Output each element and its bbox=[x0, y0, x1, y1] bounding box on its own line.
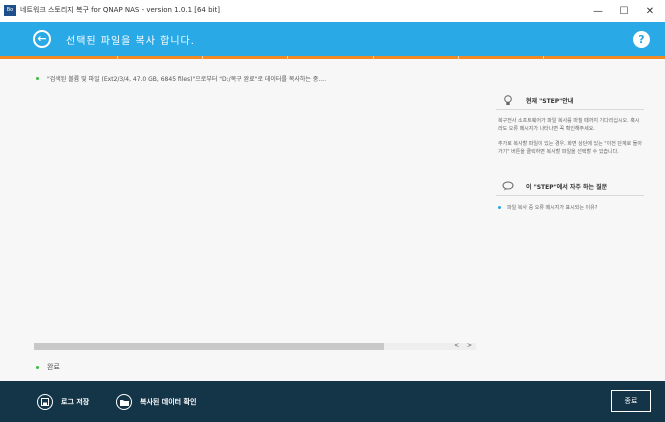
faq-item-text[interactable]: 파일 복사 중 오류 메시지가 표시되는 이유? bbox=[507, 204, 597, 211]
faq-header: 이 "STEP"에서 자주 하는 질문 bbox=[496, 178, 644, 196]
status-text: 완료 bbox=[47, 363, 60, 371]
faq-title: 이 "STEP"에서 자주 하는 질문 bbox=[526, 184, 608, 191]
save-log-label: 로그 저장 bbox=[61, 398, 90, 406]
save-disk-icon bbox=[37, 394, 53, 410]
log-panel: "검색된 볼륨 및 파일 (Ext2/3/4, 47.0 GB, 6845 fi… bbox=[26, 60, 478, 371]
faq-item[interactable]: 파일 복사 중 오류 메시지가 표시되는 이유? bbox=[496, 204, 644, 211]
check-data-label: 복사된 데이터 확인 bbox=[140, 398, 197, 406]
app-window: Bo 네트워크 스토리지 복구 for QNAP NAS - version 1… bbox=[0, 0, 665, 422]
scrollbar-thumb[interactable] bbox=[34, 343, 384, 350]
save-log-button[interactable]: 로그 저장 bbox=[37, 394, 89, 410]
progress-tick bbox=[543, 56, 544, 60]
step-guide-text-2: 추가로 복사할 파일이 있는 경우, 화면 상단에 있는 "이전 단계로 돌아가… bbox=[498, 141, 642, 155]
app-logo-icon: Bo bbox=[4, 5, 16, 16]
step-guide-header: 현재 "STEP"안내 bbox=[496, 92, 644, 110]
scroll-left-icon[interactable]: < bbox=[454, 342, 459, 349]
back-arrow-icon[interactable]: ← bbox=[33, 30, 51, 48]
log-entry: "검색된 볼륨 및 파일 (Ext2/3/4, 47.0 GB, 6845 fi… bbox=[36, 74, 326, 83]
scroll-right-icon[interactable]: > bbox=[467, 342, 472, 349]
check-data-button[interactable]: 복사된 데이터 확인 bbox=[116, 394, 196, 410]
page-title: 선택된 파일을 복사 합니다. bbox=[66, 36, 195, 47]
guide-panel: 현재 "STEP"안내 복구전사 소프트웨어가 파일 복사를 마칠 때까지 기다… bbox=[496, 92, 644, 211]
progress-bar bbox=[0, 56, 665, 59]
close-window-button[interactable]: ✕ bbox=[635, 0, 665, 22]
window-title: 네트워크 스토리지 복구 for QNAP NAS - version 1.0.… bbox=[20, 6, 220, 14]
status-entry: 완료 bbox=[36, 362, 60, 372]
log-entry-text: "검색된 볼륨 및 파일 (Ext2/3/4, 47.0 GB, 6845 fi… bbox=[47, 76, 326, 83]
step-header: ← 선택된 파일을 복사 합니다. ? bbox=[0, 22, 665, 56]
footer-bar: 로그 저장 복사된 데이터 확인 bbox=[0, 381, 665, 422]
lightbulb-icon bbox=[502, 94, 514, 107]
help-icon[interactable]: ? bbox=[633, 31, 650, 48]
exit-button[interactable]: 종료 bbox=[611, 390, 651, 412]
title-bar: Bo 네트워크 스토리지 복구 for QNAP NAS - version 1… bbox=[0, 0, 665, 22]
step-guide-text: 복구전사 소프트웨어가 파일 복사를 마칠 때까지 기다리십시오. 혹시라도 오… bbox=[498, 118, 640, 132]
folder-icon bbox=[116, 394, 132, 410]
status-dot-icon bbox=[36, 365, 39, 369]
bullet-icon bbox=[498, 206, 501, 209]
step-guide-title: 현재 "STEP"안내 bbox=[526, 98, 574, 105]
speech-bubble-icon bbox=[502, 181, 514, 193]
status-dot-icon bbox=[36, 77, 39, 80]
horizontal-scrollbar[interactable]: < > bbox=[34, 342, 476, 350]
